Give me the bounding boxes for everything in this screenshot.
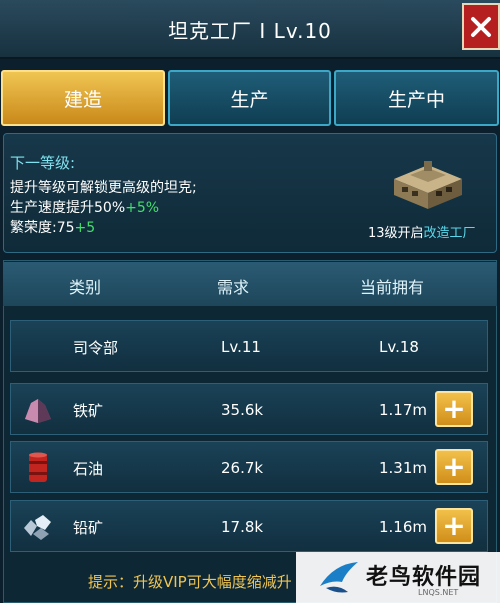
row-have: 1.16m [379,518,428,536]
watermark-sub: LNQS.NET [418,588,459,597]
add-oil-button[interactable]: + [435,449,473,485]
next-level-line-2: 生产速度提升50%+5% [10,197,159,217]
tab-bar: 建造 生产 生产中 [0,70,500,126]
row-have: 1.31m [379,459,428,477]
close-button[interactable] [462,3,500,50]
row-name: 石油 [73,459,104,478]
watermark-text: 老鸟软件园 [366,565,482,590]
upgrade-factory-link[interactable]: 改造工厂 [424,226,476,241]
close-icon [471,16,491,37]
row-need: 17.8k [221,518,264,536]
row-name: 司令部 [73,338,119,357]
table-row-oil: 石油 26.7k 1.31m + [10,441,488,493]
vip-tip: 提示：升级VIP可大幅度缩减升 [88,573,292,591]
row-have: Lv.18 [379,338,419,356]
watermark: 老鸟软件园 LNQS.NET [296,552,500,603]
speed-bonus: +5% [125,200,160,216]
table-row-lead: 铅矿 17.8k 1.16m + [10,500,488,552]
oil-barrel-icon [29,452,47,482]
next-level-line-1: 提升等级可解锁更高级的坦克; [10,180,197,196]
tab-produce[interactable]: 生产 [168,70,331,126]
table-row-hq: 司令部 Lv.11 Lv.18 [10,320,488,372]
table-header: 类别 需求 当前拥有 [3,262,497,306]
iron-ore-icon [25,399,51,423]
unlock-prefix: 13级开启 [368,226,424,241]
header-category: 类别 [69,278,102,297]
bird-logo-icon [320,562,358,593]
row-have: 1.17m [379,401,428,419]
header-requirement: 需求 [217,278,250,297]
row-need: 26.7k [221,459,264,477]
next-level-line-3: 繁荣度:75+5 [10,217,95,237]
title-bar: 坦克工厂 I Lv.10 [0,0,500,59]
row-name: 铅矿 [73,518,104,537]
row-need: 35.6k [221,401,264,419]
factory-building-icon [394,161,462,209]
prosperity-text: 繁荣度:75 [10,220,75,236]
window-title: 坦克工厂 I Lv.10 [168,19,332,43]
prosperity-bonus: +5 [74,220,96,236]
speed-text: 生产速度提升50% [10,200,126,216]
add-iron-button[interactable]: + [435,391,473,427]
row-name: 铁矿 [73,401,104,420]
tab-producing[interactable]: 生产中 [334,70,499,126]
next-level-heading: 下一等级: [10,154,76,172]
table-row-iron: 铁矿 35.6k 1.17m + [10,383,488,435]
row-need: Lv.11 [221,338,261,356]
unlock-info: 13级开启改造工厂 [368,222,476,241]
add-lead-button[interactable]: + [435,508,473,544]
lead-ore-icon [24,515,51,540]
tab-build[interactable]: 建造 [1,70,165,126]
header-owned: 当前拥有 [360,278,425,297]
